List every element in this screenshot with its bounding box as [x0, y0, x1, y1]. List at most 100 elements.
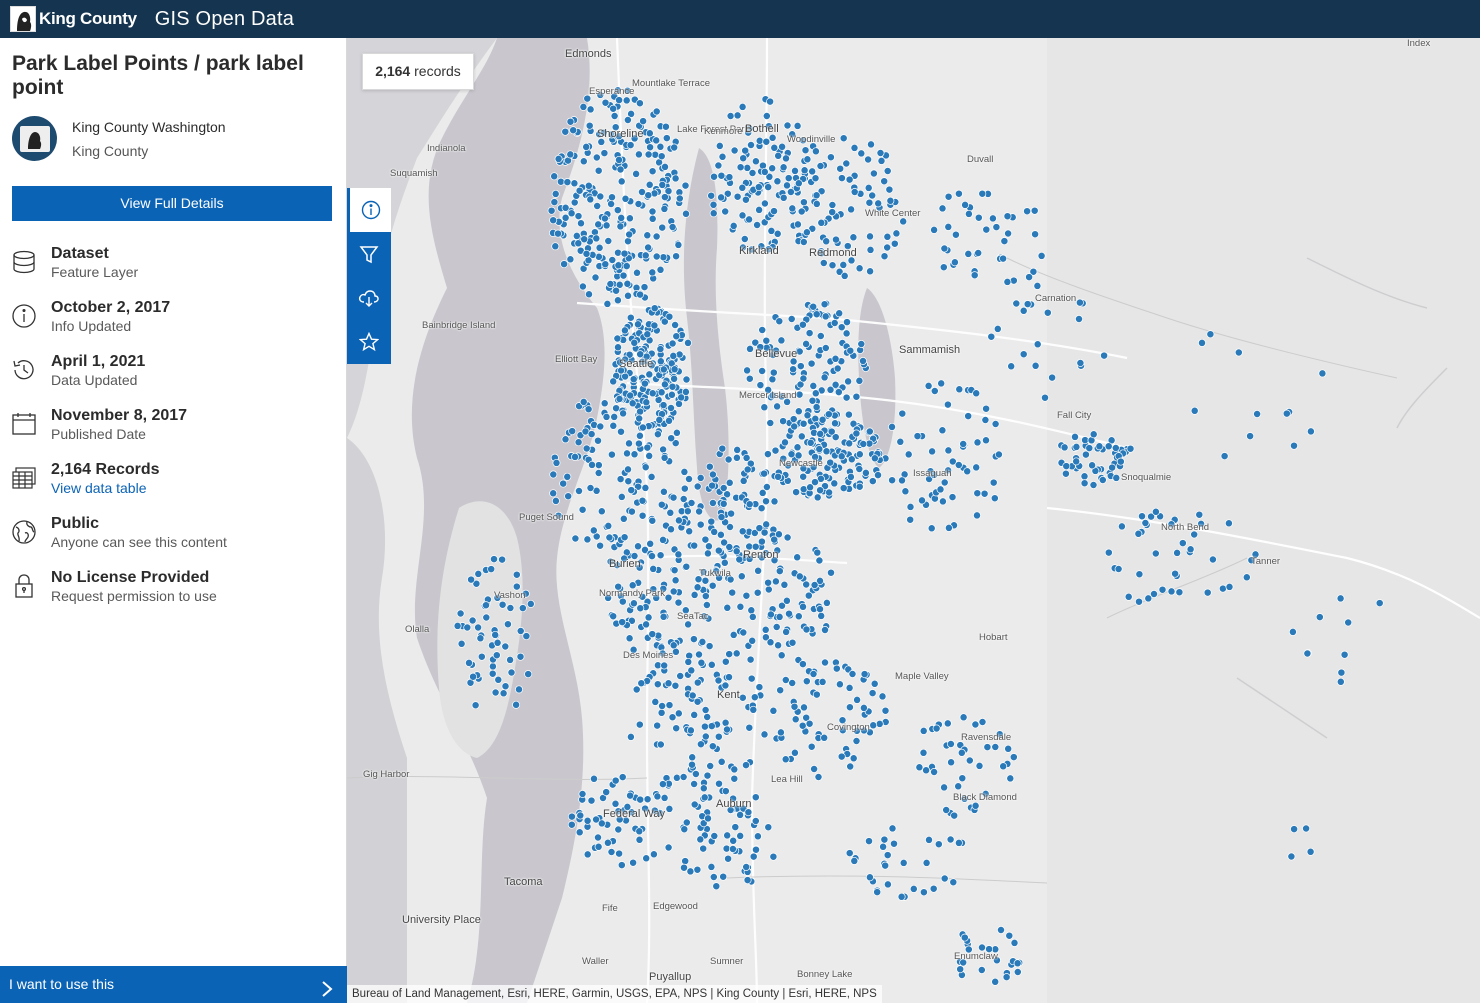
park-point[interactable] [803, 155, 812, 164]
park-point[interactable] [668, 339, 677, 348]
park-point[interactable] [798, 320, 807, 329]
park-point[interactable] [608, 193, 616, 202]
park-point[interactable] [645, 129, 654, 138]
park-point[interactable] [825, 488, 834, 497]
park-point[interactable] [652, 252, 661, 261]
park-point[interactable] [822, 237, 831, 246]
park-point[interactable] [781, 676, 790, 684]
park-point[interactable] [582, 142, 591, 151]
park-point[interactable] [741, 146, 750, 155]
park-point[interactable] [610, 112, 619, 120]
park-point[interactable] [707, 517, 716, 526]
park-point[interactable] [629, 599, 638, 608]
park-point[interactable] [844, 410, 853, 419]
park-point[interactable] [790, 422, 799, 431]
park-point[interactable] [616, 222, 625, 231]
park-point[interactable] [793, 443, 802, 452]
park-point[interactable] [845, 175, 854, 184]
park-point[interactable] [688, 691, 697, 700]
park-point[interactable] [624, 465, 632, 474]
park-point[interactable] [799, 419, 808, 428]
park-point[interactable] [1002, 973, 1011, 982]
park-point[interactable] [762, 497, 770, 506]
park-point[interactable] [853, 695, 862, 704]
park-point[interactable] [812, 199, 821, 208]
park-point[interactable] [732, 453, 741, 462]
park-point[interactable] [561, 203, 570, 212]
park-point[interactable] [574, 212, 583, 221]
park-point[interactable] [943, 719, 952, 728]
park-point[interactable] [954, 838, 963, 847]
park-point[interactable] [648, 207, 657, 216]
park-point[interactable] [610, 412, 619, 421]
park-point[interactable] [634, 542, 642, 551]
park-point[interactable] [616, 475, 625, 484]
park-point[interactable] [491, 688, 500, 697]
park-point[interactable] [674, 516, 683, 525]
park-point[interactable] [860, 670, 869, 679]
park-point[interactable] [619, 271, 628, 280]
park-point[interactable] [802, 580, 811, 589]
park-point[interactable] [812, 690, 821, 699]
park-point[interactable] [590, 774, 598, 783]
park-point[interactable] [644, 150, 653, 159]
park-point[interactable] [708, 481, 717, 490]
owner-org[interactable]: King County Washington [72, 119, 226, 135]
park-point[interactable] [779, 163, 788, 172]
park-point[interactable] [660, 661, 669, 670]
park-point[interactable] [703, 549, 712, 558]
park-point[interactable] [994, 450, 1003, 459]
park-point[interactable] [1141, 519, 1150, 527]
park-point[interactable] [822, 598, 831, 607]
park-point[interactable] [849, 754, 858, 763]
park-point[interactable] [648, 516, 657, 525]
park-point[interactable] [623, 449, 631, 458]
park-point[interactable] [810, 581, 819, 589]
park-point[interactable] [816, 605, 824, 614]
park-point[interactable] [922, 858, 931, 867]
park-point[interactable] [593, 202, 602, 210]
park-point[interactable] [1114, 565, 1123, 573]
park-point[interactable] [999, 254, 1008, 263]
park-point[interactable] [670, 566, 679, 575]
park-point[interactable] [904, 450, 913, 459]
park-point[interactable] [624, 291, 632, 300]
park-point[interactable] [634, 320, 642, 329]
park-point[interactable] [794, 407, 803, 416]
park-point[interactable] [899, 858, 908, 867]
park-point[interactable] [1075, 315, 1083, 323]
park-point[interactable] [708, 499, 717, 507]
park-point[interactable] [628, 399, 637, 408]
park-point[interactable] [845, 439, 854, 448]
park-point[interactable] [727, 509, 736, 518]
park-point[interactable] [626, 141, 635, 150]
park-point[interactable] [808, 396, 817, 405]
park-point[interactable] [757, 504, 766, 513]
park-point[interactable] [846, 472, 855, 481]
park-point[interactable] [747, 674, 756, 683]
park-point[interactable] [575, 487, 583, 495]
park-point[interactable] [832, 664, 841, 673]
park-point[interactable] [549, 470, 558, 479]
site-title[interactable]: GIS Open Data [155, 8, 294, 31]
owner-avatar[interactable] [12, 116, 57, 161]
park-point[interactable] [786, 188, 795, 196]
park-point[interactable] [626, 313, 635, 322]
park-point[interactable] [561, 213, 570, 222]
park-point[interactable] [1100, 351, 1109, 360]
park-point[interactable] [1135, 597, 1143, 606]
park-point[interactable] [944, 222, 953, 231]
park-point[interactable] [1076, 359, 1085, 367]
park-point[interactable] [936, 485, 945, 494]
park-point[interactable] [609, 612, 618, 621]
park-point[interactable] [777, 336, 786, 345]
park-point[interactable] [680, 484, 689, 493]
park-point[interactable] [1108, 463, 1117, 472]
park-point[interactable] [647, 472, 656, 481]
park-point[interactable] [964, 249, 973, 258]
park-point[interactable] [755, 683, 764, 692]
park-point[interactable] [664, 679, 673, 688]
park-point[interactable] [596, 192, 605, 201]
park-point[interactable] [586, 484, 595, 492]
park-point[interactable] [600, 399, 609, 408]
